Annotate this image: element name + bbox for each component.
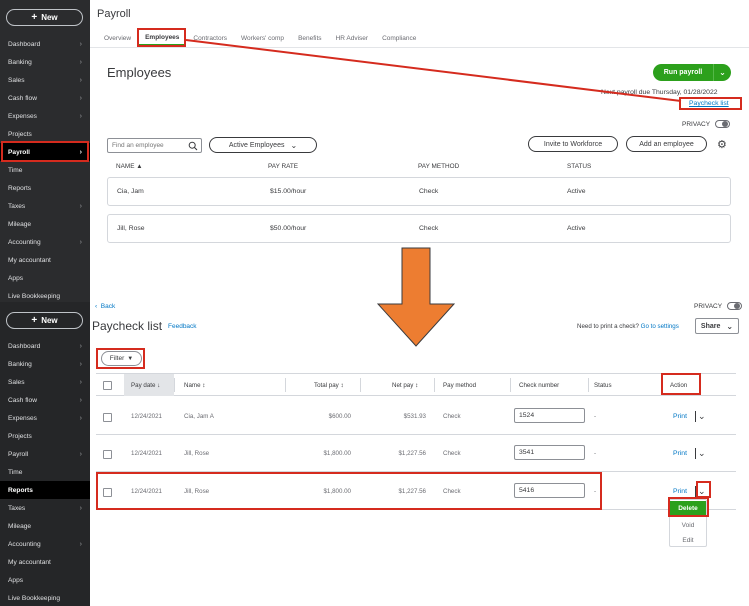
annotation-line (185, 39, 682, 102)
annotation-lines (185, 39, 682, 102)
